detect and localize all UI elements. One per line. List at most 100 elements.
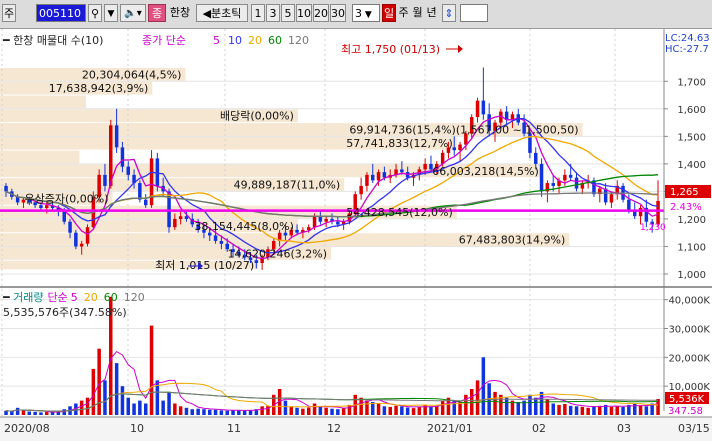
volume-bar [307, 407, 311, 415]
volume-bar [417, 406, 422, 415]
tick-button[interactable]: ◀분초틱 [196, 4, 248, 22]
candle-body [85, 227, 90, 244]
search-icon[interactable]: ⚲ [88, 4, 102, 22]
hc-label: HC:-27.7 [665, 44, 709, 55]
candle-body [324, 218, 328, 222]
x-tick-label: 2021/01 [427, 422, 473, 435]
volume-ma-period-120: 120 [124, 291, 145, 304]
volume-profile-label: 유상증자(0,00%) [24, 192, 108, 205]
candle-body [109, 125, 113, 186]
current-price-label: 1,265 [670, 187, 699, 198]
volume-bar [190, 409, 194, 415]
volume-bar [341, 408, 346, 415]
count-input[interactable] [460, 4, 488, 22]
chevron-down-icon: ▼ [362, 10, 372, 20]
volume-profile-bar [0, 150, 80, 164]
interval-30-button[interactable]: 30 [330, 4, 346, 22]
candle-body [155, 158, 160, 186]
volume-bar [405, 407, 410, 415]
current-volume-label: 5,536K [669, 394, 705, 405]
volume-bar [557, 404, 561, 415]
candle-body [423, 163, 427, 170]
volume-bar [359, 397, 363, 415]
volume-profile-label: 배당락(0,00%) [220, 110, 294, 123]
candle-body [609, 194, 614, 203]
current-volume-sub-label: 347.58 [668, 406, 703, 417]
volume-bar [283, 400, 288, 415]
period-week-button[interactable]: 주 [397, 4, 410, 22]
candle-body [539, 163, 544, 192]
volume-profile-label: 14,620,246(3,2%) [227, 247, 327, 260]
volume-bar [580, 406, 585, 415]
price-tick-label: 1,100 [677, 243, 706, 254]
interval-value-select[interactable]: 3 ▼ [352, 4, 380, 22]
volume-bar [574, 406, 579, 415]
ma-label: 종가 단순 [142, 34, 186, 47]
dropdown-arrow-icon[interactable]: ▼ [104, 4, 118, 22]
toolbar: 주 005110 ⚲ ▼ 🔈▾ 종 한창 ◀분초틱 1 3 5 10 20 30… [0, 0, 712, 29]
price-tick-label: 1,400 [677, 160, 706, 171]
period-selector-button[interactable]: 주 [2, 4, 16, 22]
stock-badge-icon[interactable]: 종 [148, 4, 166, 22]
period-year-button[interactable]: 년 [425, 4, 438, 22]
candle-body [173, 218, 177, 228]
candle-body [68, 221, 72, 233]
volume-bar [644, 406, 649, 415]
volume-bar [97, 348, 101, 415]
volume-bar [394, 405, 398, 415]
volume-bar [301, 408, 305, 415]
candle-body [627, 199, 631, 211]
candle-body [318, 216, 323, 222]
interval-10-button[interactable]: 10 [296, 4, 312, 22]
candle-body [452, 147, 456, 151]
volume-ma-period-20: 20 [84, 291, 98, 304]
volume-bar [615, 406, 619, 415]
candle-body [149, 158, 154, 206]
interval-3-button[interactable]: 3 [266, 4, 280, 22]
interval-5-button[interactable]: 5 [281, 4, 295, 22]
volume-bar [231, 410, 235, 415]
x-tick-label: 03 [617, 422, 631, 435]
volume-bar [138, 400, 142, 415]
volume-ma-period-60: 60 [104, 291, 118, 304]
candle-body [283, 232, 288, 236]
period-day-button[interactable]: 일 [382, 4, 396, 22]
candle-body [4, 185, 8, 192]
volume-bar [45, 412, 49, 415]
volume-bar [173, 403, 177, 415]
candle-body [178, 216, 183, 219]
current-pct-label: 2.43% [670, 202, 702, 213]
volume-profile-label: 57,741,833(12,7%) [346, 137, 453, 150]
volume-tick-label: 40,000K [668, 296, 710, 307]
period-month-button[interactable]: 월 [411, 4, 424, 22]
x-tick-label: 10 [130, 422, 144, 435]
interval-1-button[interactable]: 1 [251, 4, 265, 22]
candle-body [365, 174, 369, 186]
candle-body [126, 166, 130, 175]
stock-code-input[interactable]: 005110 [36, 4, 86, 22]
high-annotation: 최고 1,750 (01/13) [341, 43, 440, 56]
candle-body [656, 201, 660, 225]
candle-body [208, 232, 212, 236]
candle-body [39, 205, 43, 208]
volume-bar [144, 403, 148, 415]
volume-bar [132, 403, 136, 415]
volume-bar [21, 409, 26, 415]
price-tick-label: 1,200 [677, 215, 706, 226]
volume-tick-label: 30,000K [668, 325, 710, 336]
volume-bar [242, 410, 247, 415]
volume-bar [15, 407, 20, 415]
volume-profile-label: 20,304,064(4,5%) [82, 68, 182, 81]
price-tick-label: 1,600 [677, 105, 706, 116]
volume-bar [208, 409, 212, 415]
price-tick-label: 1,000 [677, 270, 706, 281]
volume-bar [638, 405, 643, 415]
volume-bar [598, 405, 602, 415]
interval-20-button[interactable]: 20 [313, 4, 329, 22]
candle-body [592, 180, 596, 195]
speaker-icon[interactable]: 🔈▾ [120, 4, 146, 22]
volume-bar [79, 400, 84, 415]
scroll-updown-icon[interactable]: ⇕ [442, 4, 456, 22]
volume-bar [103, 380, 107, 415]
volume-profile-label: 17,638,942(3,9%) [49, 82, 149, 95]
